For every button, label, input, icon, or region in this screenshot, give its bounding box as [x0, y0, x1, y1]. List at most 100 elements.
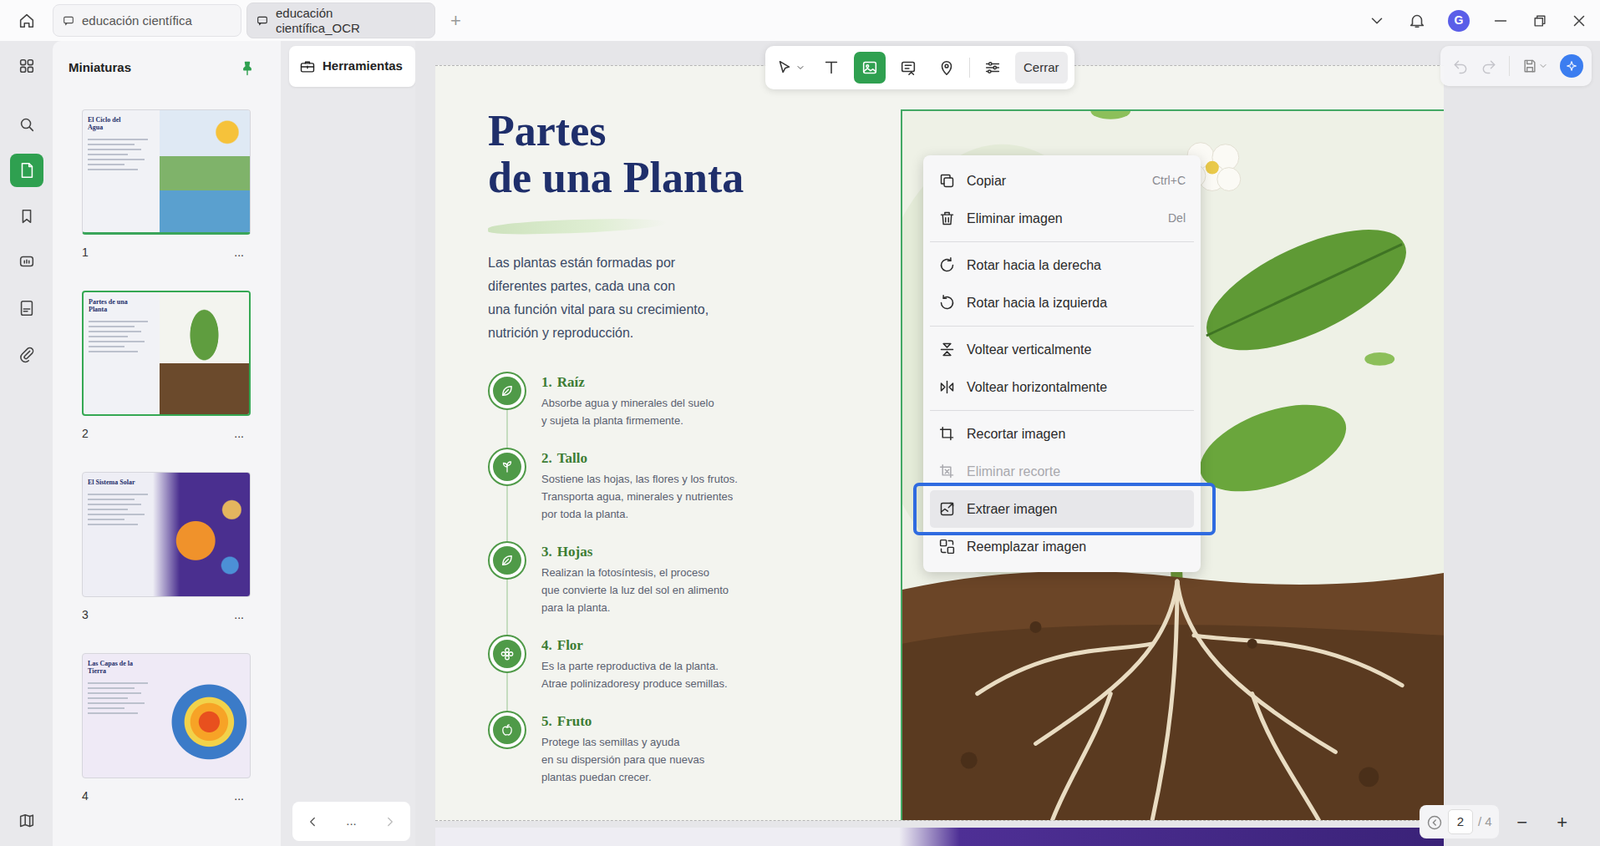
zoom-out-button[interactable]: − — [1505, 808, 1540, 837]
next-button[interactable] — [382, 812, 398, 832]
text-line[interactable]: diferentes partes, cada una con — [487, 274, 901, 299]
text-line[interactable]: Absorbe agua y minerales del suelo — [541, 394, 715, 412]
sidebar-item[interactable] — [10, 199, 44, 234]
title-line[interactable]: Partes — [487, 107, 901, 155]
menu-label[interactable]: Eliminar recorte — [966, 462, 1061, 483]
text-line[interactable]: Transporta agua, minerales y nutrientes — [541, 487, 738, 506]
zoom-in-button[interactable]: + — [1545, 808, 1580, 837]
title-line[interactable]: de una Planta — [487, 154, 901, 202]
menu-item[interactable]: Voltear verticalmente — [929, 330, 1194, 369]
text-line[interactable]: Sostiene las hojas, las flores y los fru… — [541, 470, 738, 488]
close-window-button[interactable] — [1569, 10, 1589, 30]
text-line[interactable]: Protege las semillas y ayuda — [541, 733, 705, 752]
menu-item[interactable]: Eliminar imagenDel — [929, 199, 1194, 238]
thumbnail-image[interactable]: Partes de una Planta — [81, 290, 251, 417]
thumbnail-image[interactable]: El Ciclo del Agua — [81, 109, 251, 235]
tool-button[interactable] — [772, 51, 809, 84]
new-tab-button[interactable]: + — [440, 6, 472, 35]
part-name[interactable]: Fruto — [557, 713, 593, 730]
tab-label[interactable]: educación científica — [81, 13, 193, 28]
part-name[interactable]: Tallo — [557, 450, 588, 467]
sidebar-item[interactable] — [10, 245, 44, 280]
previous-button[interactable] — [304, 812, 320, 832]
menu-label[interactable]: Eliminar imagen — [966, 208, 1063, 229]
undo-button[interactable] — [1452, 56, 1469, 75]
menu-label[interactable]: Voltear verticalmente — [966, 340, 1092, 361]
ai-assistant-button[interactable] — [1559, 54, 1584, 78]
page-number-field[interactable]: 2 — [1447, 809, 1474, 835]
menu-item[interactable]: Extraer imagen — [929, 490, 1194, 529]
menu-label[interactable]: Reemplazar imagen — [966, 537, 1087, 558]
part-number[interactable]: 1. — [541, 374, 553, 391]
menu-item[interactable]: Eliminar recorte — [929, 452, 1194, 491]
page-thumbnail[interactable]: Las Capas de la Tierra4... — [81, 653, 251, 806]
more-tools-button[interactable]: ... — [345, 812, 357, 832]
menu-item[interactable]: Reemplazar imagen — [929, 528, 1194, 566]
tool-button[interactable] — [976, 51, 1009, 84]
pin-button[interactable] — [238, 58, 256, 78]
document-tab[interactable]: educación científica_OCR — [246, 2, 436, 39]
sidebar-item[interactable] — [10, 107, 44, 142]
part-number[interactable]: 5. — [541, 713, 553, 730]
page-thumbnail[interactable]: Partes de una Planta2... — [81, 290, 251, 443]
sidebar-item[interactable] — [10, 291, 44, 326]
part-name[interactable]: Raíz — [557, 374, 585, 391]
previous-page-button[interactable] — [1426, 812, 1443, 831]
text-line[interactable]: nutrición y reproducción. — [487, 321, 901, 346]
part-number[interactable]: 2. — [541, 450, 553, 467]
menu-item[interactable]: CopiarCtrl+C — [929, 162, 1194, 200]
part-name[interactable]: Flor — [557, 637, 584, 654]
menu-item[interactable]: Rotar hacia la derecha — [929, 246, 1194, 285]
intro-paragraph[interactable]: Las plantas están formadas pordiferentes… — [487, 251, 901, 346]
menu-label[interactable]: Voltear horizontalmente — [966, 377, 1108, 398]
more-button[interactable]: ... — [233, 606, 251, 625]
sidebar-item[interactable] — [10, 337, 44, 371]
sidebar-item[interactable] — [10, 153, 44, 188]
minimize-button[interactable] — [1491, 10, 1510, 30]
document-tab[interactable]: educación científica — [52, 4, 242, 37]
text-line[interactable]: plantas puedan crecer. — [541, 768, 705, 787]
tools-button[interactable]: Herramientas — [289, 45, 416, 87]
tab-label[interactable]: educación científica_OCR — [275, 5, 402, 36]
text-line[interactable]: por toda la planta. — [541, 505, 738, 524]
more-button[interactable]: ... — [233, 243, 251, 262]
restore-button[interactable] — [1531, 11, 1549, 30]
part-number[interactable]: 4. — [541, 637, 553, 654]
text-line[interactable]: que convierte la luz del sol en alimento — [541, 581, 729, 600]
text-line[interactable]: Es la parte reproductiva de la planta. — [541, 657, 728, 676]
tool-button[interactable] — [930, 51, 963, 84]
tool-button[interactable] — [853, 51, 886, 84]
part-number[interactable]: 3. — [541, 543, 553, 560]
user-avatar[interactable]: G — [1447, 10, 1470, 32]
menu-item[interactable]: Recortar imagen — [929, 415, 1194, 453]
text-line[interactable]: para la planta. — [541, 599, 729, 617]
sidebar-item[interactable] — [10, 49, 44, 83]
tool-button[interactable] — [892, 51, 925, 84]
text-line[interactable]: una función vital para su crecimiento, — [487, 298, 901, 322]
text-line[interactable]: Atrae polinizadoresy produce semillas. — [541, 675, 728, 693]
menu-item[interactable]: Voltear horizontalmente — [929, 368, 1194, 407]
menu-item[interactable]: Rotar hacia la izquierda — [929, 284, 1194, 322]
home-button[interactable] — [0, 11, 53, 31]
text-line[interactable]: Realizan la fotosíntesis, el proceso — [541, 563, 729, 582]
notifications-button[interactable] — [1407, 10, 1427, 30]
text-line[interactable]: y sujeta la planta firmemente. — [541, 411, 715, 430]
part-name[interactable]: Hojas — [557, 543, 594, 560]
thumbnail-image[interactable]: Las Capas de la Tierra — [81, 653, 251, 779]
more-button[interactable]: ... — [233, 787, 251, 806]
menu-label[interactable]: Copiar — [966, 171, 1006, 192]
redo-button[interactable] — [1480, 56, 1498, 75]
menu-label[interactable]: Rotar hacia la derecha — [966, 255, 1102, 276]
close-button[interactable]: Cerrar — [1015, 51, 1068, 85]
menu-label[interactable]: Recortar imagen — [966, 424, 1066, 445]
reading-mode-button[interactable] — [10, 804, 44, 839]
document-title[interactable]: Partesde una Planta — [487, 107, 901, 202]
page-thumbnail[interactable]: El Ciclo del Agua1... — [81, 109, 251, 262]
more-button[interactable]: ... — [233, 425, 251, 443]
page-thumbnail[interactable]: El Sistema Solar3... — [81, 472, 251, 625]
text-line[interactable]: Las plantas están formadas por — [487, 251, 901, 275]
menu-label[interactable]: Rotar hacia la izquierda — [966, 293, 1108, 314]
thumbnail-image[interactable]: El Sistema Solar — [81, 472, 251, 598]
menu-label[interactable]: Extraer imagen — [966, 499, 1058, 520]
save-button[interactable] — [1521, 57, 1549, 75]
